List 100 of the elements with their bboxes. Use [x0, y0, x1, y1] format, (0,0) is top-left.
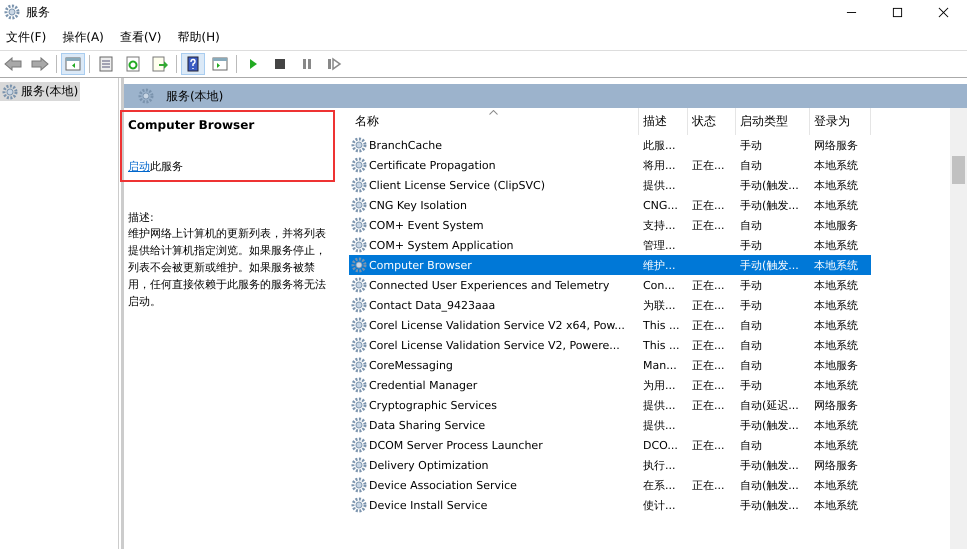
column-header[interactable]: 启动类型 — [736, 108, 810, 135]
table-cell: This ... — [643, 318, 680, 332]
table-row[interactable]: Data Sharing Service 提供... 手动(触发... 本地系统 — [349, 415, 871, 435]
table-row[interactable]: Delivery Optimization 执行... 手动(触发... 网络服务 — [349, 455, 871, 475]
table-cell: 本地系统 — [814, 238, 858, 252]
table-row[interactable]: DCOM Server Process Launcher DCO... 正在... 自动 本地系统 — [349, 435, 871, 455]
table-cell: 提供... — [643, 178, 676, 192]
sort-caret-icon — [489, 110, 498, 115]
table-cell: 本地系统 — [814, 438, 858, 452]
table-row[interactable]: Contact Data_9423aaa 为联... 正在... 手动 本地系统 — [349, 295, 871, 315]
table-cell: 网络服务 — [814, 398, 858, 412]
table-cell: 自动 — [740, 218, 762, 232]
table-cell: COM+ System Application — [369, 238, 514, 252]
table-cell: 本地系统 — [814, 178, 858, 192]
gear-icon — [351, 337, 367, 353]
gear-icon — [351, 397, 367, 413]
table-row[interactable]: Corel License Validation Service V2 x64, Pow... This ... 正在... 自动 本地系统 — [349, 315, 871, 335]
table-row[interactable]: Corel License Validation Service V2, Powere... This ... 正在... 自动 本地系统 — [349, 335, 871, 355]
table-cell: This ... — [643, 338, 680, 352]
help-icon[interactable] — [182, 54, 204, 74]
table-cell: 正在... — [692, 338, 724, 352]
gear-icon — [351, 417, 367, 433]
table-row[interactable]: COM+ System Application 管理... 手动 本地系统 — [349, 235, 871, 255]
table-cell: 本地系统 — [814, 198, 858, 212]
gear-icon — [351, 257, 367, 273]
table-cell: 将用... — [643, 158, 676, 172]
menu-item[interactable]: 帮助(H) — [177, 28, 220, 46]
tree-item[interactable]: 服务(本地) — [0, 82, 80, 101]
column-header[interactable]: 名称 — [349, 108, 639, 135]
gear-icon — [351, 377, 367, 393]
panel-title: 服务(本地) — [166, 88, 224, 104]
table-cell: 手动 — [740, 238, 762, 252]
gear-icon — [351, 297, 367, 313]
table-cell: 手动(触发... — [740, 178, 799, 192]
gear-icon — [351, 277, 367, 293]
gear-icon — [351, 197, 367, 213]
table-cell: 自动(延迟... — [740, 398, 799, 412]
table-row[interactable]: COM+ Event System 支持... 正在... 自动 本地服务 — [349, 215, 871, 235]
table-cell: 手动 — [740, 138, 762, 152]
table-row[interactable]: Cryptographic Services 提供... 正在... 自动(延迟... 网络服务 — [349, 395, 871, 415]
gear-icon — [2, 84, 18, 100]
menu-item[interactable]: 查看(V) — [120, 28, 162, 46]
start-link[interactable]: 启动 — [128, 160, 150, 173]
table-cell: 管理... — [643, 238, 676, 252]
table-row[interactable]: Connected User Experiences and Telemetry Con... 正在... 手动 本地系统 — [349, 275, 871, 295]
table-cell: 本地系统 — [814, 338, 858, 352]
table-row[interactable]: Client License Service (ClipSVC) 提供... 手动(触发... 本地系统 — [349, 175, 871, 195]
table-cell: 提供... — [643, 418, 676, 432]
table-cell: 正在... — [692, 318, 724, 332]
table-cell: 正在... — [692, 278, 724, 292]
table-cell: 自动 — [740, 438, 762, 452]
gear-icon — [351, 357, 367, 373]
table-cell: Connected User Experiences and Telemetry — [369, 278, 610, 292]
table-cell: Delivery Optimization — [369, 458, 489, 472]
table-cell: Certificate Propagation — [369, 158, 496, 172]
scrollbar[interactable] — [950, 108, 967, 549]
table-row[interactable]: Device Install Service 使计... 手动(触发... 本地系统 — [349, 495, 871, 515]
table-cell: 网络服务 — [814, 458, 858, 472]
table-cell: 手动 — [740, 378, 762, 392]
back-arrow-icon[interactable] — [2, 54, 24, 74]
gear-icon — [351, 477, 367, 493]
table-cell: 正在... — [692, 398, 724, 412]
column-header[interactable]: 登录为 — [810, 108, 871, 135]
console-tree-icon[interactable] — [62, 54, 84, 74]
table-row[interactable]: CNG Key Isolation CNG... 正在... 手动(触发... 本地系统 — [349, 195, 871, 215]
table-row[interactable]: CoreMessaging Man... 正在... 自动 本地服务 — [349, 355, 871, 375]
table-cell: 本地系统 — [814, 258, 858, 272]
table-cell: Con... — [643, 278, 675, 292]
table-cell: 本地系统 — [814, 498, 858, 512]
table-cell: 自动 — [740, 338, 762, 352]
close-icon[interactable] — [938, 6, 949, 18]
table-cell: 本地服务 — [814, 218, 858, 232]
table-row[interactable]: Computer Browser 维护... 手动(触发... 本地系统 — [349, 255, 871, 275]
menu-item[interactable]: 文件(F) — [6, 28, 46, 46]
table-cell: 维护... — [643, 258, 676, 272]
table-row[interactable]: BranchCache 此服... 手动 网络服务 — [349, 135, 871, 155]
table-cell: 本地系统 — [814, 158, 858, 172]
gear-icon — [4, 4, 20, 20]
table-row[interactable]: Device Association Service 在系... 正在... 自动(触发... 本地系统 — [349, 475, 871, 495]
table-cell: DCO... — [643, 438, 678, 452]
column-header[interactable]: 状态 — [688, 108, 736, 135]
maximize-icon[interactable] — [892, 6, 903, 18]
table-cell: 手动(触发... — [740, 498, 799, 512]
table-cell: 正在... — [692, 478, 724, 492]
table-row[interactable]: Certificate Propagation 将用... 正在... 自动 本地系统 — [349, 155, 871, 175]
table-cell: 手动(触发... — [740, 198, 799, 212]
table-cell: 正在... — [692, 438, 724, 452]
gear-icon — [351, 237, 367, 253]
table-cell: Computer Browser — [369, 258, 472, 272]
table-cell: BranchCache — [369, 138, 442, 152]
table-cell: 正在... — [692, 158, 724, 172]
gear-icon — [351, 137, 367, 153]
table-row[interactable]: Credential Manager 为用... 正在... 手动 本地系统 — [349, 375, 871, 395]
table-cell: 提供... — [643, 398, 676, 412]
column-header[interactable]: 描述 — [639, 108, 688, 135]
menu-item[interactable]: 操作(A) — [62, 28, 104, 46]
table-cell: CNG... — [643, 198, 678, 212]
forward-arrow-icon[interactable] — [29, 54, 51, 74]
table-cell: 在系... — [643, 478, 676, 492]
gear-icon — [351, 157, 367, 173]
